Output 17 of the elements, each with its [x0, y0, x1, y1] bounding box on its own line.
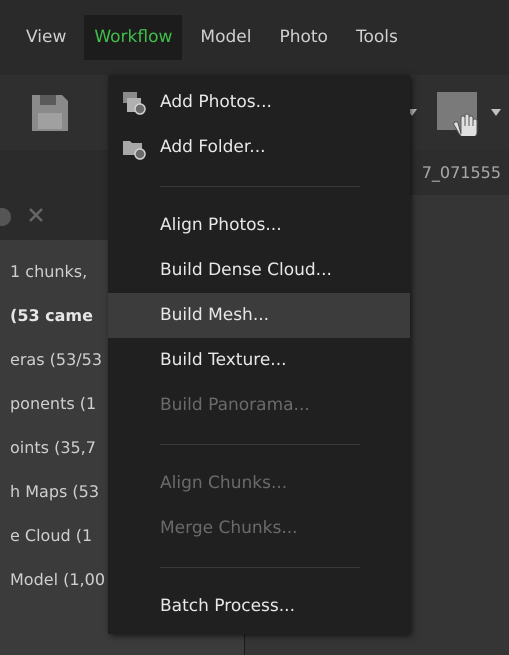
- photos-icon: [121, 90, 147, 116]
- menu-item[interactable]: Add Photos...: [108, 80, 410, 125]
- menu-item[interactable]: Build Dense Cloud...: [108, 248, 410, 293]
- menu-item[interactable]: Add Folder...: [108, 125, 410, 170]
- menu-item[interactable]: Batch Process...: [108, 584, 410, 629]
- save-icon[interactable]: [30, 92, 70, 132]
- menu-bar-item[interactable]: Workflow: [84, 14, 182, 60]
- tab-label[interactable]: 7_071555: [422, 160, 501, 184]
- close-icon[interactable]: [28, 207, 44, 223]
- menu-bar-item[interactable]: Tools: [346, 14, 408, 60]
- menu-item[interactable]: Build Texture...: [108, 338, 410, 383]
- menu-item[interactable]: Align Photos...: [108, 203, 410, 248]
- menu-bar-item[interactable]: View: [16, 14, 76, 60]
- dropdown-arrow-icon[interactable]: [491, 108, 501, 116]
- menu-bar-item[interactable]: Photo: [269, 14, 338, 60]
- menu-bar-item[interactable]: Model: [190, 14, 262, 60]
- menu-item[interactable]: Build Mesh...: [108, 293, 410, 338]
